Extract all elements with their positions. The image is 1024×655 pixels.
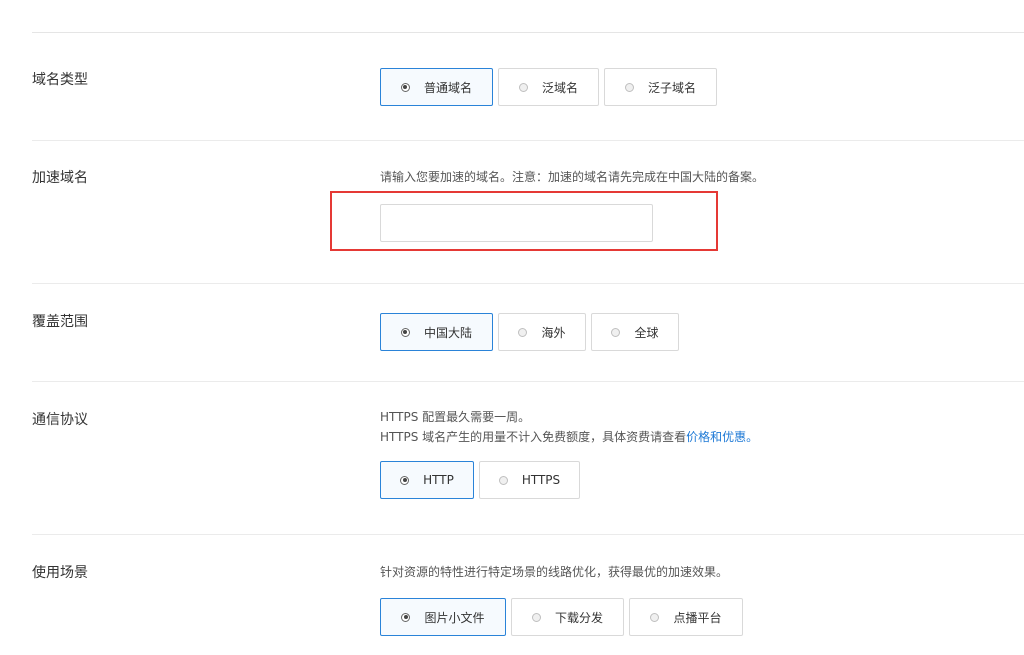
radio-checked-icon (400, 475, 410, 485)
top-divider (32, 32, 1024, 33)
protocol-option-http[interactable]: HTTP (380, 461, 474, 499)
highlight-annotation (330, 191, 718, 251)
protocol-hint-billing: HTTPS 域名产生的用量不计入免费额度，具体资费请查看价格和优惠。 (380, 430, 759, 444)
domain-type-option-wildcard[interactable]: 泛域名 (498, 68, 599, 106)
coverage-radio-group: 中国大陆 海外 全球 (380, 313, 679, 351)
accel-domain-hint: 请输入您要加速的域名。注意：加速的域名请先完成在中国大陆的备案。 (380, 170, 765, 184)
scenario-label: 使用场景 (32, 565, 88, 581)
protocol-label: 通信协议 (32, 412, 88, 428)
radio-unchecked-icon (650, 612, 660, 622)
coverage-label: 覆盖范围 (32, 314, 88, 330)
radio-unchecked-icon (518, 82, 528, 92)
accel-domain-label: 加速域名 (32, 170, 88, 186)
coverage-option-global[interactable]: 全球 (591, 313, 679, 351)
scenario-option-download[interactable]: 下载分发 (511, 598, 624, 636)
radio-unchecked-icon (498, 475, 508, 485)
domain-type-label: 域名类型 (32, 72, 88, 88)
domain-type-option-wildcard-sub[interactable]: 泛子域名 (604, 68, 717, 106)
radio-unchecked-icon (624, 82, 634, 92)
radio-checked-icon (400, 82, 410, 92)
domain-type-option-normal[interactable]: 普通域名 (380, 68, 493, 106)
radio-checked-icon (401, 612, 411, 622)
coverage-option-overseas[interactable]: 海外 (498, 313, 586, 351)
protocol-option-https[interactable]: HTTPS (479, 461, 580, 499)
section-divider (32, 381, 1024, 382)
radio-unchecked-icon (518, 327, 528, 337)
protocol-radio-group: HTTP HTTPS (380, 461, 758, 499)
radio-checked-icon (400, 327, 410, 337)
domain-type-radio-group: 普通域名 泛域名 泛子域名 (380, 68, 717, 106)
pricing-link[interactable]: 价格和优惠。 (686, 430, 758, 444)
scenario-hint: 针对资源的特性进行特定场景的线路优化，获得最优的加速效果。 (380, 565, 729, 579)
protocol-hint-duration: HTTPS 配置最久需要一周。 (380, 410, 531, 424)
scenario-option-images[interactable]: 图片小文件 (380, 598, 506, 636)
scenario-option-vod[interactable]: 点播平台 (629, 598, 743, 636)
section-divider (32, 283, 1024, 284)
section-divider (32, 140, 1024, 141)
radio-unchecked-icon (611, 327, 621, 337)
scenario-radio-group: 图片小文件 下载分发 点播平台 (380, 598, 743, 636)
coverage-option-mainland[interactable]: 中国大陆 (380, 313, 493, 351)
radio-unchecked-icon (531, 612, 541, 622)
section-divider (32, 534, 1024, 535)
